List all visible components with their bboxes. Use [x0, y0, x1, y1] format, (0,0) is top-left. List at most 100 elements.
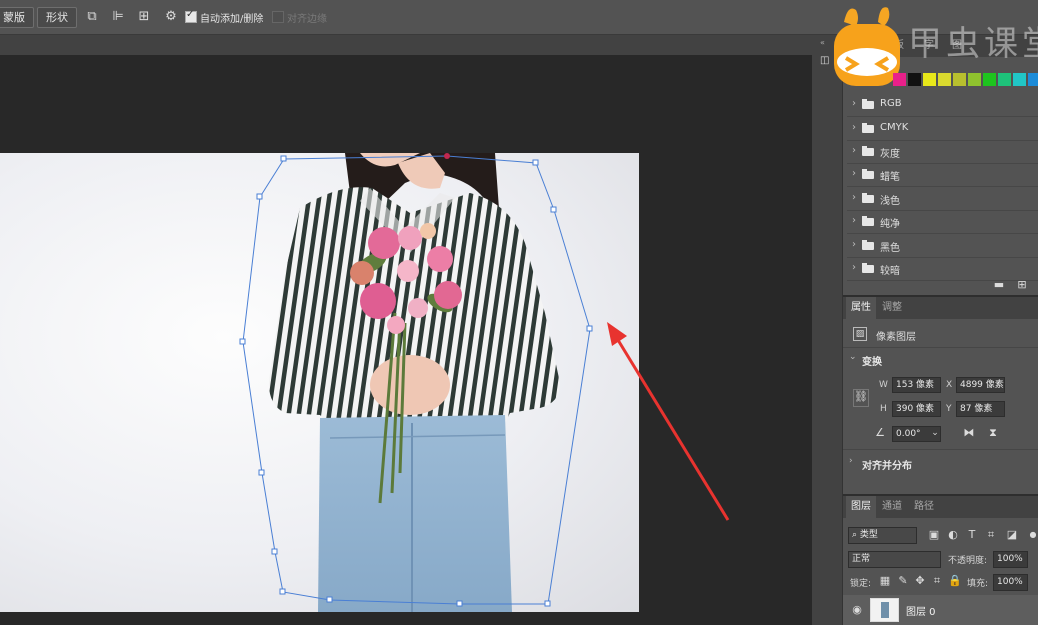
chevron-right-icon[interactable]: › — [849, 456, 853, 466]
filter-shape-icon[interactable]: ⌗ — [984, 528, 998, 542]
eye-icon[interactable]: ◉ — [850, 603, 864, 617]
anchor-point — [586, 325, 593, 332]
color-swatch[interactable] — [953, 73, 966, 86]
chevron-right-icon: › — [852, 239, 856, 250]
tab-properties[interactable]: 属性 — [846, 297, 876, 319]
fill-field[interactable]: 100% — [993, 574, 1028, 591]
folder-icon — [862, 146, 874, 156]
anchor-point — [326, 596, 333, 603]
filter-toggle-icon[interactable]: ● — [1026, 528, 1038, 542]
angle-icon: ∠ — [875, 426, 885, 439]
filter-smart-object-icon[interactable]: ◪ — [1005, 528, 1019, 542]
height-field[interactable]: 390 像素 — [892, 401, 941, 417]
color-swatch[interactable] — [938, 73, 951, 86]
folder-icon — [862, 99, 874, 109]
opacity-field[interactable]: 100% — [993, 551, 1028, 568]
filter-pixel-icon[interactable]: ▣ — [927, 528, 941, 542]
color-swatch[interactable] — [893, 73, 906, 86]
opacity-label: 不透明度: — [948, 556, 988, 566]
anchor-point — [258, 469, 265, 476]
chevron-right-icon: › — [852, 122, 856, 133]
anchor-point — [280, 155, 287, 162]
anchor-point — [532, 159, 539, 166]
tab-adjustments[interactable]: 调整 — [877, 297, 907, 319]
color-swatch[interactable] — [998, 73, 1011, 86]
lock-artboard-icon[interactable]: ⌗ — [930, 574, 944, 588]
swatch-group[interactable]: › CMYK — [847, 117, 1038, 141]
chevron-down-icon[interactable]: ⌄ — [928, 426, 942, 440]
x-label: X — [946, 380, 953, 390]
annotation-arrow — [616, 339, 730, 521]
chevron-right-icon: › — [852, 98, 856, 109]
new-group-icon[interactable]: ▬ — [992, 278, 1006, 292]
color-swatch[interactable] — [1028, 73, 1038, 86]
transform-section-title: 变换 — [862, 357, 882, 368]
color-swatch[interactable] — [908, 73, 921, 86]
tab-channels[interactable]: 通道 — [877, 496, 907, 518]
folder-icon — [862, 169, 874, 179]
chevron-right-icon: › — [852, 215, 856, 226]
layer-type-label: 像素图层 — [876, 332, 916, 343]
swatch-group[interactable]: › 蜡笔 — [847, 163, 1038, 187]
anchor-point — [550, 206, 557, 213]
color-swatch[interactable] — [1013, 73, 1026, 86]
chevron-right-icon: › — [852, 262, 856, 273]
x-field[interactable]: 4899 像素 — [956, 377, 1005, 393]
new-swatch-icon[interactable]: ⊞ — [1015, 278, 1029, 292]
collapse-icon[interactable]: « — [820, 38, 825, 47]
flip-horizontal-icon[interactable]: ⧓ — [962, 426, 976, 440]
flip-vertical-icon[interactable]: ⧗ — [986, 426, 1000, 440]
lock-position-icon[interactable]: ✥ — [913, 574, 927, 588]
width-field[interactable]: 153 像素 — [892, 377, 941, 393]
link-icon[interactable]: ⛓ — [853, 389, 869, 407]
color-swatch[interactable] — [923, 73, 936, 86]
pen-path-overlay[interactable] — [0, 0, 812, 625]
folder-icon — [862, 216, 874, 226]
blend-mode-select[interactable]: 正常 — [848, 551, 941, 568]
lock-all-icon[interactable]: 🔒 — [948, 574, 962, 588]
h-label: H — [880, 404, 887, 414]
swatch-group[interactable]: › 黑色 — [847, 234, 1038, 258]
layer-row[interactable]: ◉ 图层 0 — [843, 595, 1038, 625]
folder-icon — [862, 193, 874, 203]
filter-type-icon[interactable]: T — [965, 528, 979, 542]
tab-layers[interactable]: 图层 — [846, 496, 876, 518]
swatch-group[interactable]: › 灰度 — [847, 140, 1038, 164]
layers-panel-tabbar: 图层 通道 路径 — [843, 496, 1038, 518]
folder-icon — [862, 123, 874, 133]
anchor-point — [256, 193, 263, 200]
anchor-point — [239, 338, 246, 345]
swatch-group[interactable]: › 纯净 — [847, 210, 1038, 234]
fill-label: 填充: — [967, 579, 989, 589]
align-distribute-section-title: 对齐并分布 — [862, 461, 912, 472]
chevron-down-icon[interactable]: ⌄ — [849, 352, 857, 362]
w-label: W — [879, 380, 888, 390]
layer-name: 图层 0 — [906, 607, 936, 618]
panel-divider — [843, 347, 1038, 348]
pixel-layer-icon: ▨ — [853, 327, 867, 341]
color-swatch[interactable] — [983, 73, 996, 86]
panel-divider — [843, 449, 1038, 450]
y-field[interactable]: 87 像素 — [956, 401, 1005, 417]
chevron-right-icon: › — [852, 192, 856, 203]
filter-adjustment-icon[interactable]: ◐ — [946, 528, 960, 542]
lock-label: 锁定: — [850, 579, 872, 589]
layer-filter-select[interactable]: ⌕ 类型 — [848, 527, 917, 544]
lock-image-icon[interactable]: ✎ — [896, 574, 910, 588]
selected-anchor-point — [444, 153, 450, 159]
collapsed-panel-strip: « ◫ — [812, 35, 843, 625]
color-swatch[interactable] — [968, 73, 981, 86]
tab-paths[interactable]: 路径 — [909, 496, 939, 518]
properties-panel-tabbar: 属性 调整 — [843, 297, 1038, 319]
chevron-right-icon: › — [852, 168, 856, 179]
swatch-group[interactable]: › 浅色 — [847, 187, 1038, 211]
anchor-point — [279, 588, 286, 595]
swatch-group[interactable]: › 较暗 — [847, 257, 1038, 281]
chevron-right-icon: › — [852, 145, 856, 156]
folder-icon — [862, 263, 874, 273]
watermark-text: 甲虫课堂 — [908, 24, 1038, 64]
swatch-group[interactable]: › RGB — [847, 93, 1038, 117]
lock-transparent-icon[interactable]: ▦ — [878, 574, 892, 588]
search-icon: ⌕ — [852, 530, 860, 540]
layer-thumbnail — [870, 598, 899, 622]
